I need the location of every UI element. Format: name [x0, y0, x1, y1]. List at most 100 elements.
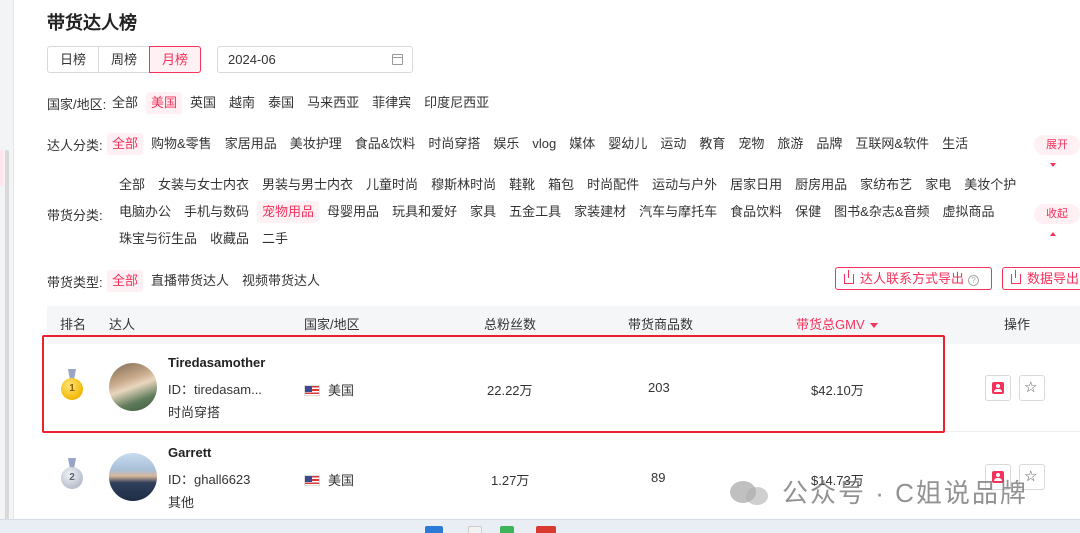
influencer-category-chip[interactable]: 品牌: [811, 133, 847, 155]
collapse-label: 收起: [1046, 208, 1068, 220]
influencer-category-chip[interactable]: 婴幼儿: [603, 133, 652, 155]
region-cell: 美国: [304, 470, 354, 489]
region-chip[interactable]: 马来西亚: [302, 92, 364, 114]
col-rank: 排名: [60, 317, 87, 332]
region-chip[interactable]: 越南: [224, 92, 260, 114]
product-category-chip[interactable]: 厨房用品: [790, 174, 852, 196]
product-category-chip[interactable]: 家电: [920, 174, 956, 196]
product-category-chip[interactable]: 女装与女士内衣: [153, 174, 254, 196]
influencer-category-chip[interactable]: 时尚穿搭: [423, 133, 485, 155]
influencer-category-chip[interactable]: 互联网&软件: [850, 133, 934, 155]
avatar[interactable]: [109, 363, 157, 411]
region-chip[interactable]: 泰国: [263, 92, 299, 114]
product-category-chip[interactable]: 电脑办公: [114, 201, 176, 223]
product-category-chip[interactable]: 玩具和爱好: [387, 201, 462, 223]
region-value: 美国: [328, 473, 355, 488]
contact-button[interactable]: [985, 375, 1011, 401]
table-row[interactable]: 1 Tiredasamother ID：tiredasam... 时尚穿搭 美国…: [47, 344, 1080, 432]
region-cell: 美国: [304, 380, 354, 399]
product-category-chip[interactable]: 鞋靴: [504, 174, 540, 196]
product-category-chip[interactable]: 全部: [114, 174, 150, 196]
product-category-chip[interactable]: 美妆个护: [959, 174, 1021, 196]
product-category-chip[interactable]: 食品饮料: [725, 201, 787, 223]
product-category-chip[interactable]: 虚拟商品: [938, 201, 1000, 223]
influencer-category-chip[interactable]: 娱乐: [488, 133, 524, 155]
product-category-chip[interactable]: 运动与户外: [647, 174, 722, 196]
influencer-category-chip[interactable]: vlog: [527, 133, 561, 155]
influencer-category-filter: 达人分类: 全部 购物&零售 家居用品 美妆护理 食品&饮料 时尚穿搭 娱乐 vlog 媒体 婴幼…: [47, 133, 976, 155]
influencer-id: ID：tiredasam...: [168, 382, 262, 397]
product-category-chip[interactable]: 图书&杂志&音频: [829, 201, 934, 223]
influencer-category-chip[interactable]: 全部: [107, 133, 144, 155]
influencer-category-chip[interactable]: 旅游: [772, 133, 808, 155]
export-contacts-button[interactable]: 达人联系方式导出?: [835, 267, 992, 290]
influencer-name[interactable]: Tiredasamother: [168, 355, 265, 370]
export-icon: [1011, 270, 1021, 284]
product-category-chip[interactable]: 五金工具: [504, 201, 566, 223]
tab-weekly[interactable]: 周榜: [98, 46, 151, 73]
influencer-name[interactable]: Garrett: [168, 445, 211, 460]
product-category-chip[interactable]: 手机与数码: [179, 201, 254, 223]
star-icon: ☆: [1024, 379, 1038, 396]
product-category-chip[interactable]: 母婴用品: [322, 201, 384, 223]
taskbar-app-icon[interactable]: [468, 526, 482, 533]
selling-type-label: 带货类型:: [47, 274, 103, 290]
help-icon[interactable]: ?: [968, 275, 980, 286]
tab-monthly[interactable]: 月榜: [149, 46, 202, 73]
product-category-chip[interactable]: 时尚配件: [582, 174, 644, 196]
favorite-button[interactable]: ☆: [1019, 375, 1045, 401]
product-category-chip[interactable]: 男装与男士内衣: [257, 174, 358, 196]
product-category-chip[interactable]: 收藏品: [205, 228, 254, 250]
col-products[interactable]: 带货商品数: [628, 306, 693, 344]
table-header: 排名 达人 国家/地区 总粉丝数 带货商品数 带货总GMV 操作: [47, 306, 1080, 344]
product-category-chip[interactable]: 家装建材: [569, 201, 631, 223]
avatar[interactable]: [109, 453, 157, 501]
product-category-chip[interactable]: 二手: [257, 228, 293, 250]
region-chip[interactable]: 菲律宾: [367, 92, 416, 114]
influencer-category-chip[interactable]: 生活: [937, 133, 973, 155]
left-sidebar-strip: [0, 0, 14, 533]
calendar-icon[interactable]: [392, 54, 403, 65]
selling-type-chip[interactable]: 全部: [107, 270, 144, 292]
influencer-category-chip[interactable]: 媒体: [564, 133, 600, 155]
product-category-chip[interactable]: 保健: [790, 201, 826, 223]
selling-type-chip[interactable]: 视频带货达人: [237, 270, 325, 292]
windows-start-icon[interactable]: [425, 526, 443, 533]
product-category-chip[interactable]: 汽车与摩托车: [634, 201, 722, 223]
col-followers[interactable]: 总粉丝数: [484, 306, 536, 344]
product-category-chip[interactable]: 珠宝与衍生品: [114, 228, 202, 250]
expand-button[interactable]: 展开: [1034, 135, 1080, 168]
product-category-chip[interactable]: 穆斯林时尚: [426, 174, 501, 196]
influencer-category-chip[interactable]: 运动: [655, 133, 691, 155]
influencer-category-chip[interactable]: 家居用品: [220, 133, 282, 155]
product-category-chip[interactable]: 儿童时尚: [361, 174, 423, 196]
taskbar-app-icon[interactable]: [500, 526, 514, 533]
region-chip[interactable]: 全部: [107, 92, 143, 114]
influencer-category-chip[interactable]: 教育: [694, 133, 730, 155]
product-category-chip[interactable]: 箱包: [543, 174, 579, 196]
tab-daily[interactable]: 日榜: [47, 46, 100, 73]
export-data-button[interactable]: 数据导出: [1002, 267, 1080, 290]
sidebar-scrollbar[interactable]: [5, 150, 9, 520]
collapse-button[interactable]: 收起: [1034, 204, 1080, 237]
region-chip[interactable]: 印度尼西亚: [419, 92, 494, 114]
product-category-chip[interactable]: 居家日用: [725, 174, 787, 196]
selling-type-chip[interactable]: 直播带货达人: [146, 270, 234, 292]
influencer-category-chip[interactable]: 食品&饮料: [350, 133, 421, 155]
sidebar-active-marker: [0, 150, 3, 186]
region-chip[interactable]: 美国: [146, 92, 183, 114]
region-chip[interactable]: 英国: [185, 92, 221, 114]
product-category-chip[interactable]: 家具: [465, 201, 501, 223]
influencer-category-chip[interactable]: 宠物: [733, 133, 769, 155]
product-category-chip[interactable]: 家纺布艺: [855, 174, 917, 196]
col-gmv[interactable]: 带货总GMV: [796, 306, 878, 344]
taskbar-app-icon[interactable]: [536, 526, 556, 533]
influencer-category-chip[interactable]: 美妆护理: [285, 133, 347, 155]
wechat-logo-icon: [730, 477, 772, 507]
region-value: 美国: [328, 383, 355, 398]
export-contacts-label: 达人联系方式导出: [860, 271, 965, 286]
month-picker[interactable]: 2024-06: [217, 46, 413, 73]
product-category-chip[interactable]: 宠物用品: [257, 201, 320, 223]
influencer-category-chip[interactable]: 购物&零售: [146, 133, 217, 155]
chevron-down-icon: [1050, 163, 1056, 168]
